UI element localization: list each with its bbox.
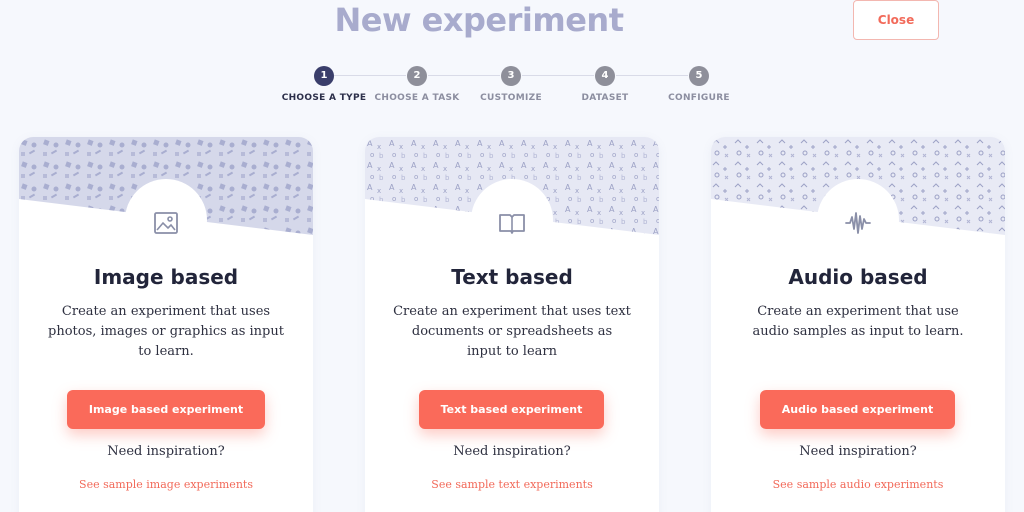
card-title: Text based [451,265,573,289]
card-title: Image based [93,265,239,289]
step-number: 2 [407,66,427,86]
card-description: Create an experiment that uses text docu… [393,304,631,359]
text-experiment-button[interactable]: Text based experiment [419,390,604,429]
step-number: 1 [314,66,334,86]
sample-text-link[interactable]: See sample text experiments [365,478,659,491]
step-label: CONFIGURE [668,93,730,103]
image-icon [154,212,178,234]
inspiration-text: Need inspiration? [107,444,225,459]
inspiration-text: Need inspiration? [799,444,917,459]
step-number: 3 [501,66,521,86]
image-experiment-button[interactable]: Image based experiment [67,390,265,429]
step-number: 4 [595,66,615,86]
card-audio-based: Audio based Create an experiment that us… [711,137,1005,512]
book-icon [499,214,525,234]
audio-wave-icon [845,212,871,234]
card-title: Audio based [788,265,928,289]
page-title: New experiment [334,1,624,39]
close-button[interactable]: Close [853,0,939,40]
audio-experiment-button[interactable]: Audio based experiment [760,390,955,429]
card-description: Create an experiment that uses photos, i… [48,304,284,359]
step-configure[interactable]: 5 CONFIGURE [639,66,759,103]
card-text-based: A x o b Text based Create an experiment … [365,137,659,512]
step-number: 5 [689,66,709,86]
card-description: Create an experiment that use audio samp… [752,304,964,339]
sample-image-link[interactable]: See sample image experiments [19,478,313,491]
sample-audio-link[interactable]: See sample audio experiments [711,478,1005,491]
card-image-based: Image based Create an experiment that us… [19,137,313,512]
inspiration-text: Need inspiration? [453,444,571,459]
